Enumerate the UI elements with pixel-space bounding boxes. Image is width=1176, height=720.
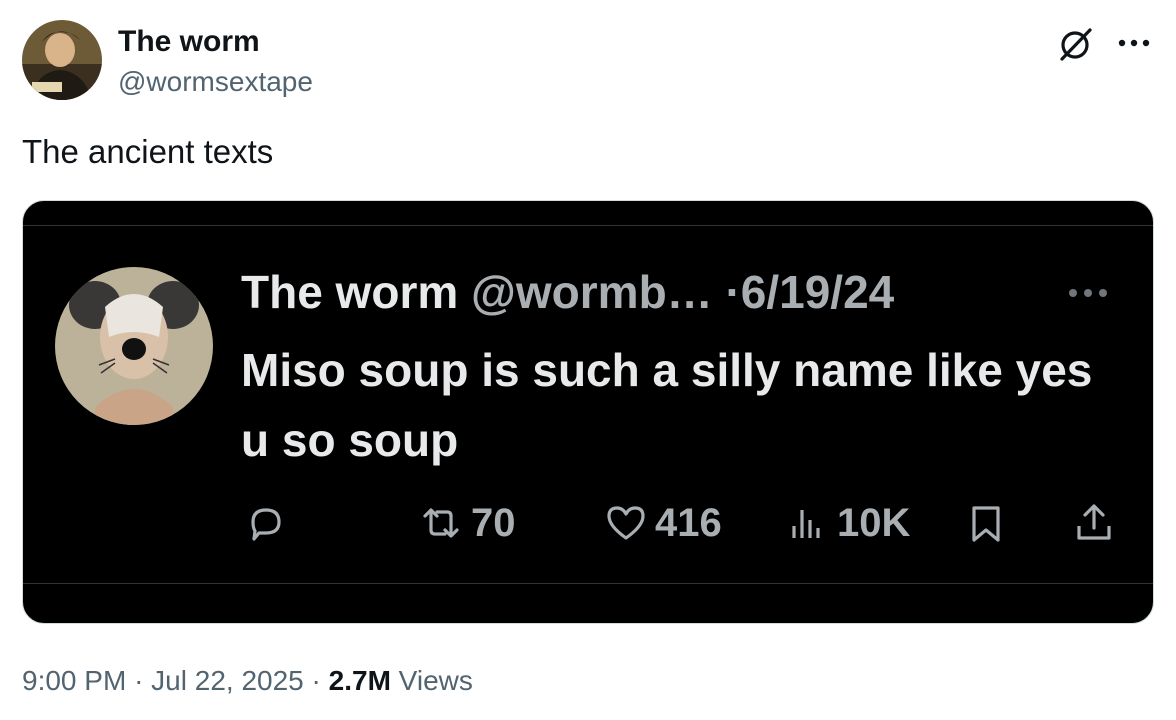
embedded-post-text: Miso soup is such a silly name like yes … xyxy=(241,344,1093,466)
embedded-avatar xyxy=(55,267,213,425)
timestamp-separator: · xyxy=(134,665,144,696)
post-timestamp: 9:00 PM · Jul 22, 2025 · 2.7M Views xyxy=(22,664,473,698)
post-text: The ancient texts xyxy=(22,133,274,170)
media-divider-bottom xyxy=(23,583,1153,584)
author-avatar[interactable] xyxy=(22,20,102,100)
embedded-views-count: 10K xyxy=(837,500,911,545)
embedded-handle: @wormb… xyxy=(471,266,713,318)
embedded-reply-action xyxy=(243,499,289,547)
bookmark-icon xyxy=(972,506,1000,542)
media-divider-top xyxy=(23,225,1153,226)
post-header: The worm @wormsextape xyxy=(22,20,1154,102)
embedded-display-name: The worm xyxy=(241,266,459,318)
views-icon xyxy=(792,510,820,538)
author-names: The worm @wormsextape xyxy=(118,24,313,100)
post-views-label: Views xyxy=(398,665,473,696)
like-icon xyxy=(607,506,645,540)
embedded-date: 6/19/24 xyxy=(740,266,895,318)
embedded-share-action xyxy=(1071,499,1117,547)
grok-icon[interactable] xyxy=(1056,24,1096,64)
repost-icon xyxy=(423,508,459,538)
embedded-like-count: 416 xyxy=(655,500,722,545)
embedded-repost-count: 70 xyxy=(471,500,516,545)
embedded-post-header: The worm @wormb… ·6/19/24 xyxy=(241,265,894,319)
share-icon xyxy=(1077,504,1111,540)
embedded-repost-action: 70 xyxy=(417,499,516,547)
embedded-more-icon xyxy=(1063,283,1113,303)
post-views-count: 2.7M xyxy=(328,665,391,696)
post-date[interactable]: Jul 22, 2025 xyxy=(151,665,304,696)
reply-icon xyxy=(251,508,281,541)
embedded-bookmark-action xyxy=(963,499,1009,547)
more-icon[interactable] xyxy=(1114,28,1154,58)
author-display-name[interactable]: The worm xyxy=(118,24,313,60)
embedded-views-action: 10K xyxy=(785,499,910,547)
post-media-screenshot[interactable]: The worm @wormb… ·6/19/24 Miso soup is s… xyxy=(22,200,1154,624)
author-handle[interactable]: @wormsextape xyxy=(118,64,313,100)
embedded-separator: · xyxy=(725,266,741,318)
embedded-like-action: 416 xyxy=(603,499,722,547)
timestamp-separator: · xyxy=(311,665,321,696)
post-time[interactable]: 9:00 PM xyxy=(22,665,126,696)
